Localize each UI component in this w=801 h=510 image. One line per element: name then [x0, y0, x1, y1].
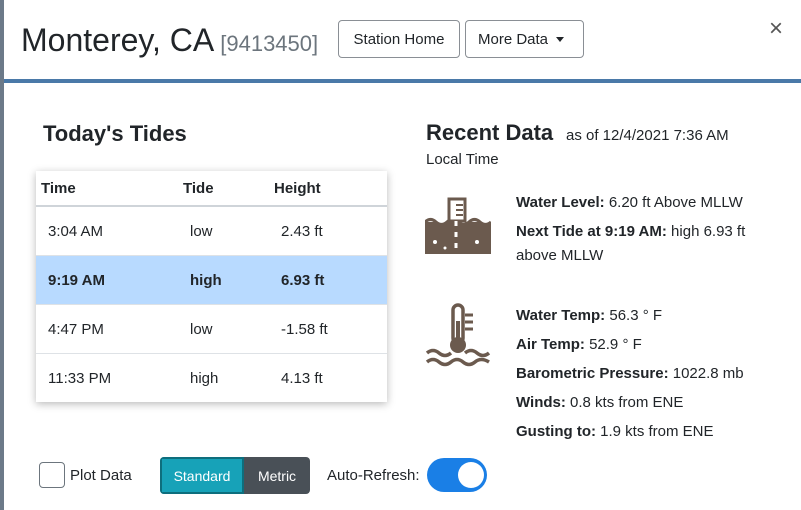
- air-temp-reading: Air Temp: 52.9 ° F: [516, 336, 642, 353]
- water-level-label: Water Level:: [516, 194, 605, 211]
- gust-value: 1.9 kts from ENE: [600, 423, 714, 440]
- more-data-dropdown-button[interactable]: More Data: [465, 20, 584, 58]
- caret-down-icon: [556, 36, 565, 42]
- table-row: 3:04 AM low 2.43 ft: [36, 207, 387, 256]
- cell-tide: low: [190, 321, 213, 338]
- pressure-reading: Barometric Pressure: 1022.8 mb: [516, 365, 744, 382]
- table-row: 4:47 PM low -1.58 ft: [36, 305, 387, 354]
- switch-knob: [458, 462, 484, 488]
- water-level-reading: Water Level: 6.20 ft Above MLLW: [516, 194, 743, 211]
- cell-time: 11:33 PM: [48, 370, 112, 387]
- table-row-highlighted: 9:19 AM high 6.93 ft: [36, 256, 387, 305]
- pressure-label: Barometric Pressure:: [516, 365, 669, 382]
- cell-tide: high: [190, 272, 222, 289]
- station-id: [9413450]: [220, 31, 319, 56]
- recent-data-timezone: Local Time: [426, 151, 499, 168]
- header-rule: [4, 79, 801, 83]
- pressure-value: 1022.8 mb: [672, 365, 744, 382]
- water-level-value: 6.20 ft Above MLLW: [608, 194, 743, 211]
- cell-height: 4.13 ft: [281, 370, 323, 387]
- station-home-button[interactable]: Station Home: [338, 20, 460, 58]
- auto-refresh-label: Auto-Refresh:: [327, 467, 420, 484]
- close-icon[interactable]: ×: [769, 17, 783, 41]
- water-temp-reading: Water Temp: 56.3 ° F: [516, 307, 662, 324]
- cell-time: 9:19 AM: [48, 272, 105, 289]
- gust-reading: Gusting to: 1.9 kts from ENE: [516, 423, 714, 440]
- metric-units-button[interactable]: Metric: [244, 457, 310, 494]
- column-header-tide: Tide: [183, 180, 214, 197]
- cell-height: 2.43 ft: [281, 223, 323, 240]
- next-tide-reading: Next Tide at 9:19 AM: high 6.93 ft above…: [516, 220, 766, 268]
- winds-reading: Winds: 0.8 kts from ENE: [516, 394, 683, 411]
- air-temp-label: Air Temp:: [516, 336, 585, 353]
- cell-time: 3:04 AM: [48, 223, 104, 240]
- air-temp-value: 52.9 ° F: [589, 336, 642, 353]
- cell-time: 4:47 PM: [48, 321, 104, 338]
- water-temp-label: Water Temp:: [516, 307, 606, 324]
- tides-table: Time Tide Height 3:04 AM low 2.43 ft 9:1…: [36, 171, 387, 402]
- column-header-height: Height: [274, 180, 321, 197]
- table-row: 11:33 PM high 4.13 ft: [36, 354, 387, 403]
- temperature-icon: [425, 303, 491, 367]
- winds-value: 0.8 kts from ENE: [570, 394, 684, 411]
- plot-data-checkbox[interactable]: [39, 462, 65, 488]
- station-home-label: Station Home: [353, 30, 445, 48]
- water-temp-value: 56.3 ° F: [609, 307, 663, 324]
- cell-tide: low: [190, 223, 213, 240]
- station-title: Monterey, CA [9413450]: [21, 22, 318, 59]
- plot-data-label[interactable]: Plot Data: [70, 467, 132, 484]
- more-data-label: More Data: [478, 30, 549, 48]
- water-level-icon: [423, 196, 493, 254]
- recent-data-timestamp: as of 12/4/2021 7:36 AM: [566, 127, 729, 144]
- cell-height: -1.58 ft: [281, 321, 328, 338]
- units-toggle-group: Standard Metric: [160, 457, 310, 494]
- auto-refresh-switch[interactable]: [427, 458, 487, 492]
- gust-label: Gusting to:: [516, 423, 596, 440]
- next-tide-label: Next Tide at 9:19 AM:: [516, 223, 667, 240]
- station-name: Monterey, CA: [21, 22, 215, 58]
- column-header-time: Time: [41, 180, 76, 197]
- todays-tides-heading: Today's Tides: [43, 121, 187, 146]
- cell-tide: high: [190, 370, 219, 387]
- recent-data-heading: Recent Data: [426, 120, 554, 145]
- winds-label: Winds:: [516, 394, 566, 411]
- standard-units-button[interactable]: Standard: [160, 457, 244, 494]
- cell-height: 6.93 ft: [281, 272, 325, 289]
